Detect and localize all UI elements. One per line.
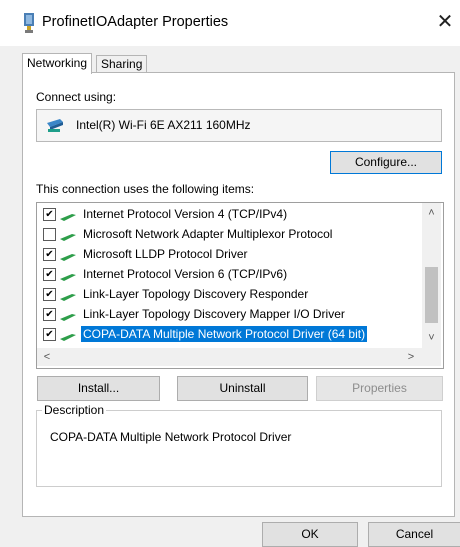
scroll-left-icon[interactable]: <	[40, 349, 54, 365]
uninstall-button[interactable]: Uninstall	[177, 376, 308, 401]
protocol-icon	[60, 254, 76, 261]
cancel-button[interactable]: Cancel	[368, 522, 460, 547]
install-button[interactable]: Install...	[37, 376, 160, 401]
scroll-up-icon[interactable]: ˄	[424, 205, 439, 221]
item-checkbox[interactable]: ✔	[43, 268, 56, 281]
item-checkbox[interactable]: ✔	[43, 308, 56, 321]
item-checkbox[interactable]: ✔	[43, 328, 56, 341]
properties-button[interactable]: Properties	[316, 376, 443, 401]
list-item-label: Link-Layer Topology Discovery Responder	[83, 287, 309, 301]
configure-button[interactable]: Configure...	[330, 151, 442, 174]
horizontal-scrollbar[interactable]	[37, 348, 441, 366]
protocol-icon	[60, 234, 76, 241]
list-item-label: Microsoft Network Adapter Multiplexor Pr…	[83, 227, 333, 241]
description-text: COPA-DATA Multiple Network Protocol Driv…	[50, 430, 292, 444]
protocol-icon	[60, 274, 76, 281]
list-item[interactable]: ✔ Microsoft LLDP Protocol Driver	[42, 244, 422, 264]
list-item[interactable]: ✔ COPA-DATA Multiple Network Protocol Dri…	[42, 324, 422, 344]
protocol-icon	[60, 334, 76, 341]
tab-networking[interactable]: Networking	[22, 53, 93, 74]
close-button[interactable]: ✕	[432, 8, 458, 36]
connect-using-label: Connect using:	[36, 90, 117, 104]
item-checkbox[interactable]: ✔	[43, 208, 56, 221]
protocol-icon	[60, 214, 76, 221]
adapter-name: Intel(R) Wi-Fi 6E AX211 160MHz	[76, 118, 251, 132]
items-label: This connection uses the following items…	[36, 182, 255, 196]
list-item[interactable]: ✔ Link-Layer Topology Discovery Mapper I/…	[42, 304, 422, 324]
list-item[interactable]: Microsoft Network Adapter Multiplexor Pr…	[42, 224, 422, 244]
list-item-label: Internet Protocol Version 6 (TCP/IPv6)	[83, 267, 288, 281]
vertical-scroll-thumb[interactable]	[425, 267, 438, 323]
network-adapter-title-icon	[24, 13, 34, 33]
item-checkbox[interactable]	[43, 228, 56, 241]
list-item-label: Link-Layer Topology Discovery Mapper I/O…	[83, 307, 345, 321]
list-item[interactable]: ✔ Internet Protocol Version 6 (TCP/IPv6)	[42, 264, 422, 284]
protocol-icon	[60, 314, 76, 321]
description-group	[36, 410, 442, 487]
list-item-label: COPA-DATA Multiple Network Protocol Driv…	[81, 326, 368, 342]
tab-sharing[interactable]: Sharing	[96, 55, 148, 73]
scroll-right-icon[interactable]: >	[404, 349, 418, 365]
scrollbar-corner	[422, 348, 441, 366]
scroll-down-icon[interactable]: ˅	[424, 330, 439, 346]
item-checkbox[interactable]: ✔	[43, 248, 56, 261]
protocol-icon	[60, 294, 76, 301]
window-title: ProfinetIOAdapter Properties	[42, 14, 229, 30]
description-legend: Description	[42, 403, 107, 417]
list-item-label: Internet Protocol Version 4 (TCP/IPv4)	[83, 207, 288, 221]
ok-button[interactable]: OK	[262, 522, 358, 547]
list-item-label: Microsoft LLDP Protocol Driver	[83, 247, 248, 261]
list-item[interactable]: ✔ Link-Layer Topology Discovery Responder	[42, 284, 422, 304]
network-adapter-icon	[47, 119, 63, 132]
item-checkbox[interactable]: ✔	[43, 288, 56, 301]
list-item[interactable]: ✔ Internet Protocol Version 4 (TCP/IPv4)	[42, 204, 422, 224]
